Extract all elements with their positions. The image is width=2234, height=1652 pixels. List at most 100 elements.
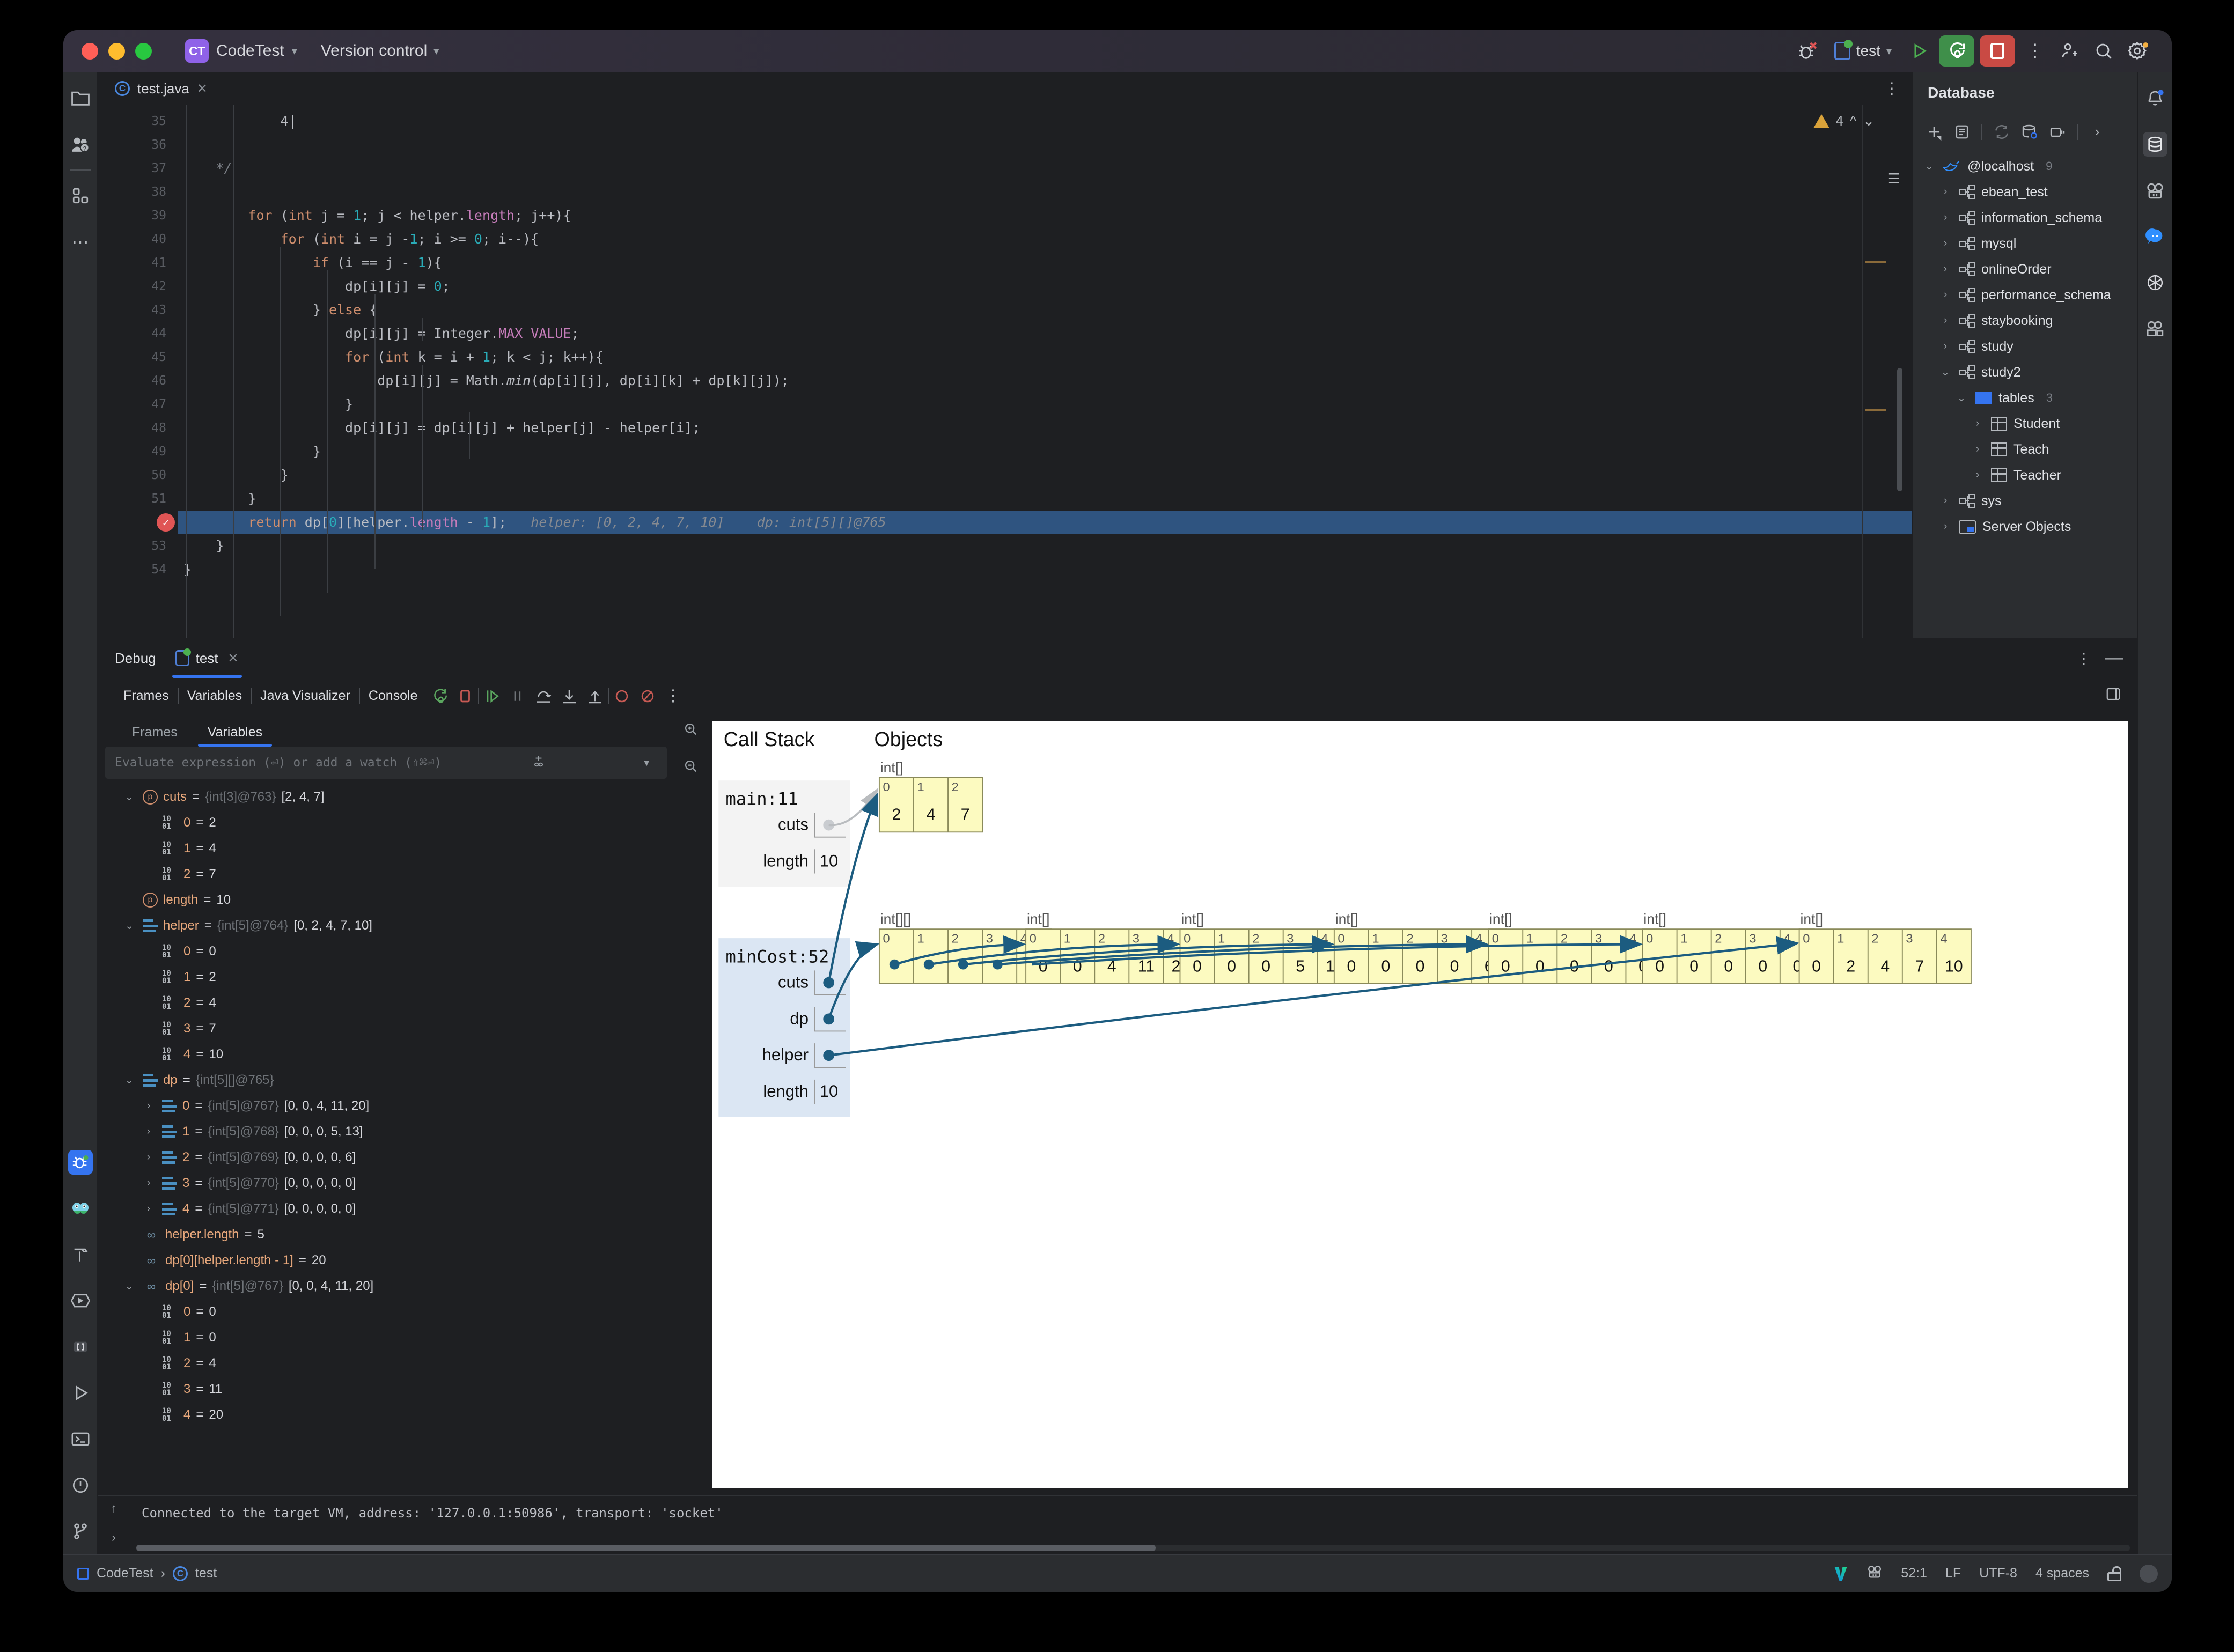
code-line[interactable]: if (i == j - 1){ <box>178 251 1912 275</box>
tab-frames[interactable]: Frames <box>117 725 193 747</box>
openai-icon[interactable] <box>2143 270 2167 295</box>
expand-icon[interactable]: › <box>2085 120 2109 144</box>
debug-tab-java-visualizer[interactable]: Java Visualizer <box>252 688 359 704</box>
variable-row[interactable]: ⌄∞dp[0]={int[5]@767}[0, 0, 4, 11, 20] <box>98 1273 677 1299</box>
database-tree-item[interactable]: ⌄@localhost9 <box>1913 153 2137 179</box>
variable-row[interactable]: ∞helper.length=5 <box>98 1222 677 1248</box>
maximize-window-button[interactable] <box>135 43 152 60</box>
database-tree-item[interactable]: ›onlineOrder <box>1913 256 2137 282</box>
variable-row[interactable]: 10010=0 <box>98 1299 677 1325</box>
version-control-icon[interactable] <box>68 1519 93 1544</box>
evaluate-expression-input[interactable]: Evaluate expression (⏎) or add a watch (… <box>105 747 667 779</box>
chevron-right-icon[interactable]: › <box>1938 315 1952 327</box>
db-settings-icon[interactable] <box>2018 120 2041 144</box>
console-body[interactable]: Connected to the target VM, address: '12… <box>130 1496 2137 1554</box>
database-tree-item[interactable]: ›information_schema <box>1913 205 2137 231</box>
avatar[interactable] <box>2140 1565 2158 1583</box>
line-number[interactable]: 38 <box>98 180 178 204</box>
problems-icon[interactable] <box>68 1473 93 1498</box>
editor-tab-test-java[interactable]: C test.java ✕ <box>103 72 219 105</box>
code-line[interactable] <box>178 180 1912 204</box>
line-number[interactable]: 46 <box>98 369 178 393</box>
debug-icon[interactable] <box>68 1150 93 1175</box>
settings-icon[interactable] <box>2123 36 2152 65</box>
expand-console-icon[interactable]: › <box>112 1530 116 1545</box>
coverage-icon[interactable] <box>68 1288 93 1313</box>
line-number[interactable]: 49 <box>98 440 178 463</box>
variable-row[interactable]: 10011=0 <box>98 1325 677 1351</box>
step-into-icon[interactable] <box>556 683 582 709</box>
chevron-right-icon[interactable]: › <box>1971 444 1985 455</box>
code-line[interactable]: } <box>178 463 1912 487</box>
chevron-right-icon[interactable]: › <box>1938 289 1952 301</box>
chevron-down-icon[interactable]: ⌄ <box>121 1074 137 1087</box>
add-icon[interactable] <box>1922 120 1946 144</box>
layout-settings-icon[interactable] <box>2105 686 2137 706</box>
debug-tab-variables[interactable]: Variables <box>179 688 251 704</box>
visualizer-object[interactable]: int[]0010203040 <box>1488 911 1660 984</box>
breakpoint-icon[interactable]: ✓ <box>157 513 175 532</box>
plugins-icon[interactable] <box>68 183 93 208</box>
breadcrumb[interactable]: CodeTest › C test <box>77 1566 217 1581</box>
variable-row[interactable]: 10011=2 <box>98 964 677 990</box>
database-tree-item[interactable]: ›staybooking <box>1913 308 2137 334</box>
step-over-icon[interactable] <box>531 683 556 709</box>
line-number[interactable]: 41 <box>98 251 178 275</box>
code-text[interactable]: 4| */ for (int j = 1; j < helper.length;… <box>178 105 1912 638</box>
variable-row[interactable]: ›4={int[5]@771}[0, 0, 0, 0, 0] <box>98 1196 677 1222</box>
line-separator[interactable]: LF <box>1945 1566 1961 1581</box>
line-number[interactable]: 44 <box>98 322 178 345</box>
database-tree-item[interactable]: ›Student <box>1913 411 2137 437</box>
line-number[interactable]: 40 <box>98 227 178 251</box>
chevron-down-icon[interactable]: ▾ <box>636 755 657 771</box>
no-breakpoints-icon[interactable] <box>635 683 660 709</box>
visualizer-object[interactable]: int[]001024311420 <box>1026 911 1197 984</box>
database-tree-item[interactable]: ›sys <box>1913 488 2137 514</box>
more-options-icon[interactable]: ⋮ <box>2020 36 2049 65</box>
code-line[interactable]: dp[i][j] = 0; <box>178 275 1912 298</box>
run-configuration-selector[interactable]: test ▾ <box>1827 42 1899 60</box>
debug-tab-frames[interactable]: Frames <box>115 688 178 704</box>
terminal-icon[interactable] <box>68 1427 93 1451</box>
line-number[interactable]: 48 <box>98 416 178 440</box>
database-tree-item[interactable]: ›study <box>1913 334 2137 359</box>
code-line[interactable]: } <box>178 534 1912 558</box>
add-watch-icon[interactable] <box>525 754 552 772</box>
version-control-menu[interactable]: Version control ▾ <box>321 42 439 60</box>
build-icon[interactable] <box>68 1242 93 1267</box>
variable-row[interactable]: ›0={int[5]@767}[0, 0, 4, 11, 20] <box>98 1093 677 1119</box>
tab-variables[interactable]: Variables <box>193 725 277 747</box>
variable-row[interactable]: ›2={int[5]@769}[0, 0, 0, 0, 6] <box>98 1145 677 1170</box>
code-line[interactable]: for (int j = 1; j < helper.length; j++){ <box>178 204 1912 227</box>
debug-disconnect-icon[interactable] <box>1792 36 1821 65</box>
more-tool-windows-icon[interactable]: ⋯ <box>68 230 93 254</box>
code-line[interactable]: dp[i][j] = dp[i][j] + helper[j] - helper… <box>178 416 1912 440</box>
code-line[interactable]: } <box>178 558 1912 581</box>
editor-scrollbar-menu-icon[interactable]: ☰ <box>1888 172 1900 186</box>
code-line[interactable]: dp[i][j] = Math.min(dp[i][j], dp[i][k] +… <box>178 369 1912 393</box>
line-number[interactable]: 54 <box>98 558 178 581</box>
debug-more-icon[interactable]: ⋮ <box>660 683 686 709</box>
variable-row[interactable]: ⌄dp={int[5][]@765} <box>98 1067 677 1093</box>
notifications-icon[interactable] <box>2143 86 2167 110</box>
variable-row[interactable]: 10012=4 <box>98 990 677 1016</box>
stop-button[interactable] <box>1980 35 2015 67</box>
visualizer-object[interactable]: int[]0010203040 <box>1643 911 1814 984</box>
chevron-down-icon[interactable]: ⌄ <box>1938 366 1952 379</box>
codegeex-icon[interactable] <box>2143 178 2167 203</box>
variables-tree[interactable]: ⌄pcuts={int[3]@763}[2, 4, 7]10010=210011… <box>98 779 677 1495</box>
ai-assistant-icon[interactable]: ? <box>68 132 93 157</box>
database-icon[interactable] <box>2143 132 2167 157</box>
visualizer-stack-frame[interactable]: main:11cutslength10 <box>718 780 850 887</box>
chevron-right-icon[interactable]: › <box>141 1152 157 1163</box>
chevron-right-icon[interactable]: › <box>1938 212 1952 224</box>
chevron-right-icon[interactable]: › <box>1971 418 1985 430</box>
resume-icon[interactable] <box>479 683 505 709</box>
database-tree-item[interactable]: ⌄study2 <box>1913 359 2137 385</box>
close-icon[interactable]: ✕ <box>228 651 239 666</box>
scroll-up-icon[interactable]: ↑ <box>111 1501 117 1516</box>
editor-options-icon[interactable]: ⋮ <box>1884 79 1900 98</box>
database-tree-item[interactable]: ›performance_schema <box>1913 282 2137 308</box>
database-tree-item[interactable]: ›Server Objects <box>1913 514 2137 540</box>
code-line[interactable] <box>178 133 1912 157</box>
